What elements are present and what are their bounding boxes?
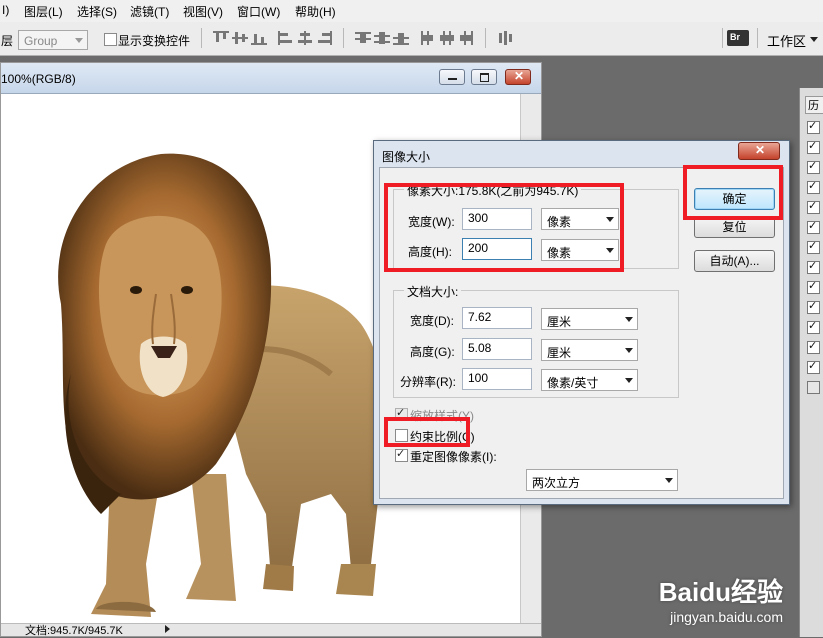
- layer-select-value: Group: [24, 34, 58, 48]
- bridge-icon[interactable]: Br: [727, 30, 749, 46]
- align-right-icon[interactable]: [316, 31, 332, 45]
- chevron-down-icon: [625, 317, 633, 322]
- doc-width-input[interactable]: 7.62: [462, 307, 532, 329]
- resolution-label: 分辨率(R):: [400, 375, 456, 389]
- auto-button[interactable]: 自动(A)...: [694, 250, 775, 272]
- toolbar-separator: [485, 28, 486, 48]
- menu-layer[interactable]: 图层(L): [24, 3, 63, 20]
- toolbar-separator: [722, 28, 723, 48]
- highlight-constrain-checkbox: [384, 417, 470, 447]
- dialog-close-button[interactable]: ✕: [738, 142, 780, 160]
- watermark-brand: Baidu经验: [658, 577, 783, 607]
- history-tab[interactable]: 历: [805, 96, 823, 114]
- watermark-url: jingyan.baidu.com: [670, 609, 783, 625]
- document-title: 100%(RGB/8): [1, 72, 76, 86]
- restore-button[interactable]: [471, 69, 497, 85]
- doc-height-label: 高度(G):: [410, 345, 455, 359]
- doc-width-unit-value: 厘米: [547, 315, 572, 329]
- history-checkbox[interactable]: [807, 339, 820, 354]
- distribute-top-icon[interactable]: [355, 31, 371, 45]
- resample-checkbox[interactable]: [395, 447, 408, 462]
- close-button[interactable]: ✕: [505, 69, 531, 85]
- chevron-right-icon[interactable]: [165, 625, 170, 633]
- menu-help[interactable]: 帮助(H): [295, 3, 336, 20]
- highlight-pixel-fields: [384, 183, 624, 272]
- layer-select[interactable]: Group: [18, 30, 88, 50]
- menu-view[interactable]: 视图(V): [183, 3, 223, 20]
- resolution-unit-select[interactable]: 像素/英寸: [541, 369, 638, 391]
- align-hcenter-icon[interactable]: [297, 31, 313, 45]
- history-checkbox[interactable]: [807, 381, 820, 394]
- chevron-down-icon[interactable]: [810, 37, 818, 42]
- toolbar-separator: [201, 28, 202, 48]
- toolbar-separator: [343, 28, 344, 48]
- menu-bar: I) 图层(L) 选择(S) 滤镜(T) 视图(V) 窗口(W) 帮助(H): [0, 0, 823, 23]
- history-checkbox[interactable]: [807, 199, 820, 214]
- minimize-icon: [448, 78, 457, 80]
- chevron-down-icon: [625, 348, 633, 353]
- doc-width-label: 宽度(D):: [410, 314, 454, 328]
- options-bar: 层 Group 显示变换控件 Br 工作区: [0, 22, 823, 56]
- history-checkbox[interactable]: [807, 319, 820, 334]
- history-checkbox[interactable]: [807, 119, 820, 134]
- history-checkbox[interactable]: [807, 299, 820, 314]
- restore-icon: [480, 73, 489, 82]
- align-top-icon[interactable]: [213, 31, 229, 45]
- highlight-ok-button: [683, 165, 783, 220]
- history-checkbox[interactable]: [807, 159, 820, 174]
- distribute-hcenter-icon[interactable]: [439, 31, 455, 45]
- document-size-label: 文档大小:: [404, 283, 462, 300]
- minimize-button[interactable]: [439, 69, 465, 85]
- resolution-input[interactable]: 100: [462, 368, 532, 390]
- document-statusbar: 文档:945.7K/945.7K: [1, 623, 541, 637]
- resample-label: 重定图像像素(I):: [410, 450, 497, 464]
- doc-height-unit-select[interactable]: 厘米: [541, 339, 638, 361]
- history-checkbox[interactable]: [807, 359, 820, 374]
- history-panel: 历: [799, 88, 823, 637]
- chevron-down-icon: [625, 378, 633, 383]
- workspace-label[interactable]: 工作区: [767, 31, 806, 50]
- show-transform-checkbox[interactable]: [104, 33, 117, 46]
- close-icon: ✕: [755, 143, 766, 157]
- distribute-vcenter-icon[interactable]: [374, 31, 390, 45]
- resample-method-value: 两次立方: [532, 476, 581, 490]
- chevron-down-icon: [75, 38, 83, 43]
- menu-window[interactable]: 窗口(W): [237, 3, 280, 20]
- doc-height-unit-value: 厘米: [547, 346, 572, 360]
- dialog-titlebar[interactable]: 图像大小 ✕: [374, 141, 789, 167]
- history-checkbox[interactable]: [807, 139, 820, 154]
- resample-method-select[interactable]: 两次立方: [526, 469, 678, 491]
- menu-image[interactable]: I): [2, 3, 9, 17]
- document-titlebar[interactable]: 100%(RGB/8) ✕: [1, 63, 541, 94]
- dialog-title: 图像大小: [382, 150, 431, 164]
- align-left-icon[interactable]: [278, 31, 294, 45]
- layer-label: 层: [1, 34, 14, 48]
- history-checkbox[interactable]: [807, 179, 820, 194]
- menu-select[interactable]: 选择(S): [77, 3, 117, 20]
- doc-width-unit-select[interactable]: 厘米: [541, 308, 638, 330]
- align-vcenter-icon[interactable]: [232, 31, 248, 45]
- history-checkbox[interactable]: [807, 259, 820, 274]
- history-checkbox[interactable]: [807, 239, 820, 254]
- history-checkbox[interactable]: [807, 219, 820, 234]
- chevron-down-icon: [665, 478, 673, 483]
- distribute-bottom-icon[interactable]: [393, 31, 409, 45]
- history-checkbox[interactable]: [807, 279, 820, 294]
- show-transform-label: 显示变换控件: [118, 34, 191, 48]
- document-status-text: 文档:945.7K/945.7K: [25, 625, 123, 637]
- resolution-unit-value: 像素/英寸: [547, 376, 599, 390]
- close-icon: ✕: [514, 69, 525, 83]
- toolbar-separator: [757, 28, 758, 48]
- doc-height-input[interactable]: 5.08: [462, 338, 532, 360]
- distribute-right-icon[interactable]: [458, 31, 474, 45]
- align-bottom-icon[interactable]: [251, 31, 267, 45]
- distribute-left-icon[interactable]: [420, 31, 436, 45]
- menu-filter[interactable]: 滤镜(T): [130, 3, 169, 20]
- baidu-watermark: Baidu经验 jingyan.baidu.com: [659, 572, 783, 625]
- auto-align-icon[interactable]: [497, 31, 513, 45]
